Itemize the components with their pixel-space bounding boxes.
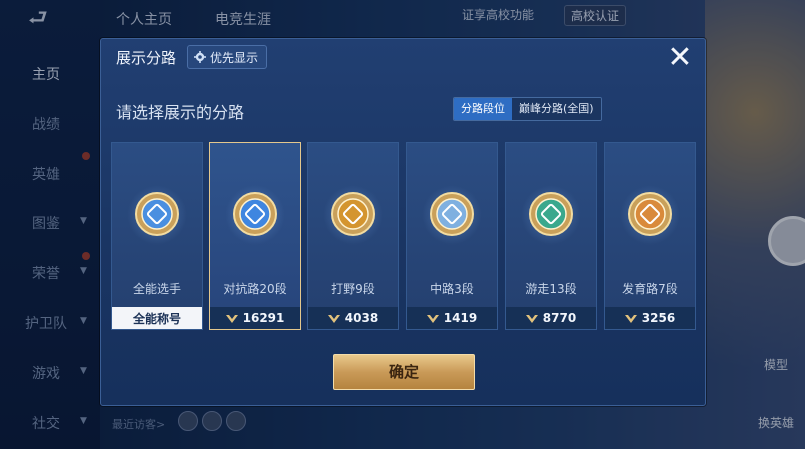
lane-rank-label: 中路3段 bbox=[430, 282, 474, 296]
rank-points-icon bbox=[525, 315, 538, 323]
rank-points-icon bbox=[624, 315, 637, 323]
lane-display-dialog: 展示分路 优先显示 ✕ 请选择展示的分路 分路段位 巅峰分路(全国) 全能选手全… bbox=[100, 38, 706, 406]
points-bar: 3256 bbox=[605, 307, 695, 329]
lane-medal-icon bbox=[628, 192, 672, 236]
lane-medal-icon bbox=[529, 192, 573, 236]
priority-display-chip[interactable]: 优先显示 bbox=[187, 45, 268, 69]
toggle-lane-rank[interactable]: 分路段位 bbox=[454, 98, 512, 120]
lane-points: 1419 bbox=[443, 311, 478, 325]
lane-rank-label: 打野9段 bbox=[331, 282, 375, 296]
title-text: 全能称号 bbox=[132, 311, 181, 326]
lane-rank-label: 发育路7段 bbox=[622, 282, 678, 296]
lane-card[interactable]: 打野9段 4038 bbox=[307, 142, 399, 330]
lane-medal-icon bbox=[430, 192, 474, 236]
lane-mode-toggle[interactable]: 分路段位 巅峰分路(全国) bbox=[453, 97, 602, 121]
rank-points-icon bbox=[426, 315, 439, 323]
toggle-peak-lane[interactable]: 巅峰分路(全国) bbox=[512, 98, 601, 120]
dialog-title: 展示分路 bbox=[116, 49, 177, 67]
rank-points-icon bbox=[327, 315, 340, 323]
lane-rank-label: 游走13段 bbox=[525, 282, 577, 296]
lane-card[interactable]: 全能选手 全能称号 bbox=[111, 142, 203, 330]
points-bar: 16291 bbox=[210, 307, 300, 329]
select-lane-prompt: 请选择展示的分路 bbox=[116, 103, 245, 122]
points-bar: 4038 bbox=[308, 307, 398, 329]
gear-icon bbox=[194, 51, 206, 63]
rank-points-icon bbox=[225, 315, 238, 323]
close-icon[interactable]: ✕ bbox=[663, 43, 697, 73]
lane-points: 8770 bbox=[542, 311, 577, 325]
lane-points: 3256 bbox=[641, 311, 676, 325]
all-round-title-bar: 全能称号 bbox=[112, 307, 202, 329]
confirm-button[interactable]: 确定 bbox=[333, 354, 475, 390]
lane-medal-icon bbox=[233, 192, 277, 236]
lane-medal-icon bbox=[135, 192, 179, 236]
priority-chip-label: 优先显示 bbox=[210, 50, 259, 65]
points-bar: 1419 bbox=[407, 307, 497, 329]
lane-points: 16291 bbox=[242, 311, 285, 325]
lane-medal-icon bbox=[331, 192, 375, 236]
lane-card[interactable]: 发育路7段 3256 bbox=[604, 142, 696, 330]
lane-rank-label: 全能选手 bbox=[132, 282, 181, 296]
lane-points: 4038 bbox=[344, 311, 379, 325]
points-bar: 8770 bbox=[506, 307, 596, 329]
lane-card[interactable]: 游走13段 8770 bbox=[505, 142, 597, 330]
lane-rank-label: 对抗路20段 bbox=[223, 282, 287, 296]
lane-card[interactable]: 对抗路20段 16291 bbox=[209, 142, 301, 330]
lane-card[interactable]: 中路3段 1419 bbox=[406, 142, 498, 330]
